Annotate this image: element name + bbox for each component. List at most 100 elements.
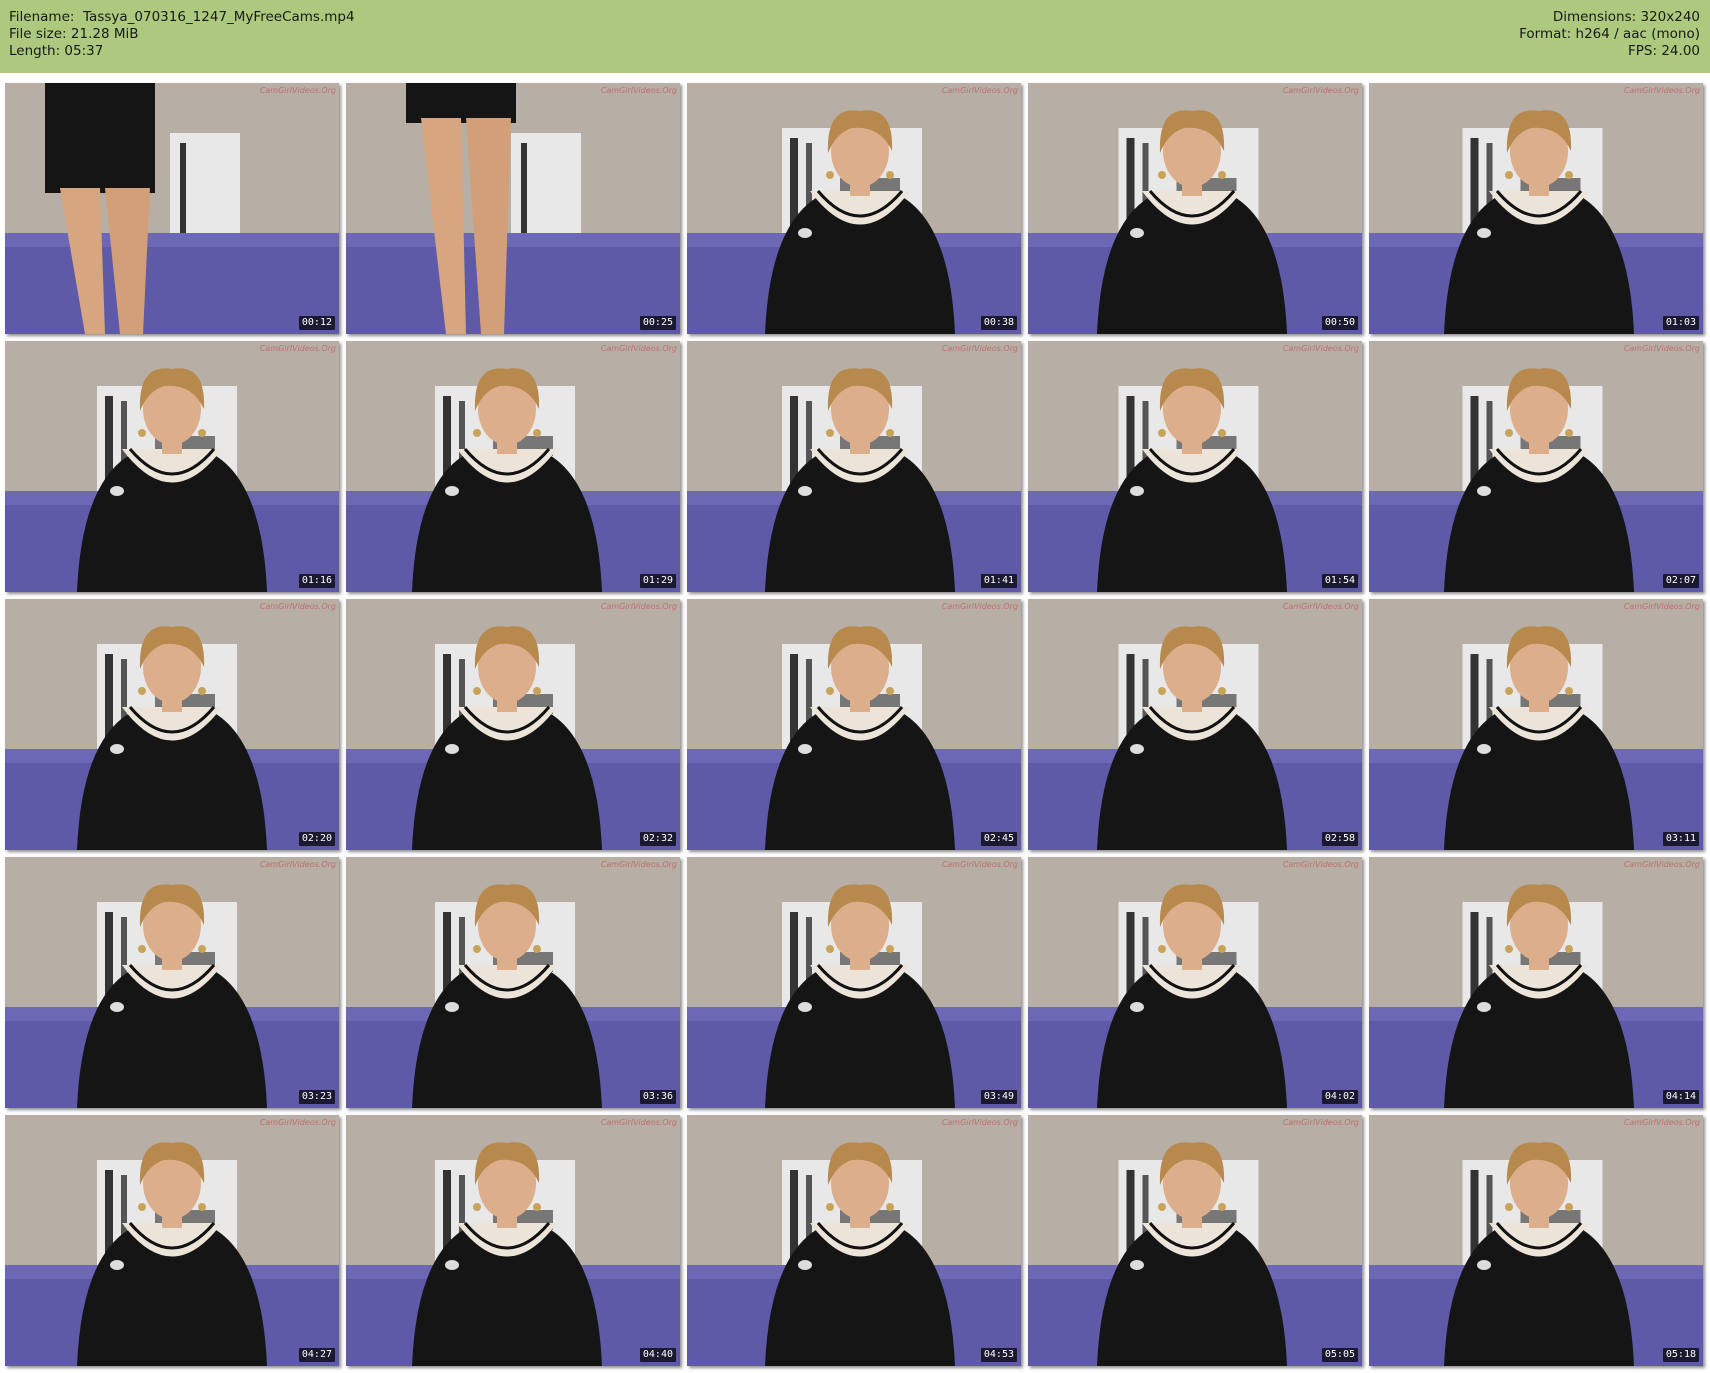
frame-image-person (1369, 83, 1703, 334)
video-frame-thumbnail: CamGirlVideos.Org 01:16 (5, 341, 339, 592)
frame-timestamp: 01:29 (639, 574, 676, 588)
video-frame-thumbnail: CamGirlVideos.Org 00:50 (1028, 83, 1362, 334)
watermark-text: CamGirlVideos.Org (1282, 860, 1359, 869)
frame-timestamp: 04:27 (298, 1348, 335, 1362)
watermark-text: CamGirlVideos.Org (1623, 602, 1700, 611)
video-frame-thumbnail: CamGirlVideos.Org 01:54 (1028, 341, 1362, 592)
video-frame-thumbnail: CamGirlVideos.Org 00:25 (346, 83, 680, 334)
frame-image-person (346, 1115, 680, 1366)
video-frame-thumbnail: CamGirlVideos.Org 04:02 (1028, 857, 1362, 1108)
watermark-text: CamGirlVideos.Org (259, 344, 336, 353)
frame-image-person (1369, 1115, 1703, 1366)
frame-image-person (687, 599, 1021, 850)
video-frame-thumbnail: CamGirlVideos.Org 04:14 (1369, 857, 1703, 1108)
frame-image-person (1028, 599, 1362, 850)
watermark-text: CamGirlVideos.Org (600, 860, 677, 869)
frame-timestamp: 01:54 (1321, 574, 1358, 588)
video-frame-thumbnail: CamGirlVideos.Org 02:45 (687, 599, 1021, 850)
watermark-text: CamGirlVideos.Org (941, 1118, 1018, 1127)
video-frame-thumbnail: CamGirlVideos.Org 03:49 (687, 857, 1021, 1108)
watermark-text: CamGirlVideos.Org (941, 86, 1018, 95)
frame-timestamp: 01:41 (980, 574, 1017, 588)
frame-timestamp: 03:49 (980, 1090, 1017, 1104)
thumbnail-grid: CamGirlVideos.Org 00:12 CamGirlVideos.Org… (0, 0, 1710, 1373)
frame-image-legs (5, 83, 339, 334)
frame-timestamp: 02:45 (980, 832, 1017, 846)
frame-image-person (1369, 599, 1703, 850)
frame-timestamp: 03:11 (1662, 832, 1699, 846)
frame-image-person (1369, 341, 1703, 592)
frame-timestamp: 00:25 (639, 316, 676, 330)
watermark-text: CamGirlVideos.Org (600, 1118, 677, 1127)
frame-timestamp: 04:14 (1662, 1090, 1699, 1104)
watermark-text: CamGirlVideos.Org (600, 602, 677, 611)
video-frame-thumbnail: CamGirlVideos.Org 03:11 (1369, 599, 1703, 850)
frame-image-person (687, 83, 1021, 334)
frame-image-person (5, 857, 339, 1108)
frame-timestamp: 05:05 (1321, 1348, 1358, 1362)
frame-image-person (687, 341, 1021, 592)
video-frame-thumbnail: CamGirlVideos.Org 01:29 (346, 341, 680, 592)
frame-timestamp: 03:36 (639, 1090, 676, 1104)
watermark-text: CamGirlVideos.Org (600, 344, 677, 353)
watermark-text: CamGirlVideos.Org (259, 860, 336, 869)
video-frame-thumbnail: CamGirlVideos.Org 02:20 (5, 599, 339, 850)
frame-image-legs (346, 83, 680, 334)
frame-timestamp: 00:50 (1321, 316, 1358, 330)
frame-timestamp: 04:53 (980, 1348, 1017, 1362)
watermark-text: CamGirlVideos.Org (941, 602, 1018, 611)
watermark-text: CamGirlVideos.Org (941, 344, 1018, 353)
watermark-text: CamGirlVideos.Org (1623, 860, 1700, 869)
frame-timestamp: 05:18 (1662, 1348, 1699, 1362)
frame-image-person (5, 599, 339, 850)
frame-timestamp: 04:40 (639, 1348, 676, 1362)
video-frame-thumbnail: CamGirlVideos.Org 05:18 (1369, 1115, 1703, 1366)
video-frame-thumbnail: CamGirlVideos.Org 00:38 (687, 83, 1021, 334)
video-frame-thumbnail: CamGirlVideos.Org 00:12 (5, 83, 339, 334)
watermark-text: CamGirlVideos.Org (1282, 344, 1359, 353)
watermark-text: CamGirlVideos.Org (1282, 602, 1359, 611)
watermark-text: CamGirlVideos.Org (1282, 1118, 1359, 1127)
frame-timestamp: 01:03 (1662, 316, 1699, 330)
frame-image-person (1028, 341, 1362, 592)
watermark-text: CamGirlVideos.Org (1623, 344, 1700, 353)
frame-timestamp: 00:12 (298, 316, 335, 330)
frame-timestamp: 02:32 (639, 832, 676, 846)
video-frame-thumbnail: CamGirlVideos.Org 01:03 (1369, 83, 1703, 334)
watermark-text: CamGirlVideos.Org (259, 86, 336, 95)
frame-image-person (1028, 857, 1362, 1108)
watermark-text: CamGirlVideos.Org (259, 1118, 336, 1127)
frame-timestamp: 02:20 (298, 832, 335, 846)
frame-timestamp: 04:02 (1321, 1090, 1358, 1104)
frame-image-person (346, 599, 680, 850)
frame-image-person (5, 1115, 339, 1366)
frame-timestamp: 02:07 (1662, 574, 1699, 588)
frame-image-person (1369, 857, 1703, 1108)
watermark-text: CamGirlVideos.Org (941, 860, 1018, 869)
video-frame-thumbnail: CamGirlVideos.Org 01:41 (687, 341, 1021, 592)
video-frame-thumbnail: CamGirlVideos.Org 02:07 (1369, 341, 1703, 592)
frame-image-person (1028, 1115, 1362, 1366)
watermark-text: CamGirlVideos.Org (1623, 86, 1700, 95)
frame-timestamp: 01:16 (298, 574, 335, 588)
frame-timestamp: 02:58 (1321, 832, 1358, 846)
frame-timestamp: 03:23 (298, 1090, 335, 1104)
frame-image-person (1028, 83, 1362, 334)
frame-timestamp: 00:38 (980, 316, 1017, 330)
frame-image-person (346, 857, 680, 1108)
frame-image-person (687, 857, 1021, 1108)
video-frame-thumbnail: CamGirlVideos.Org 03:23 (5, 857, 339, 1108)
frame-image-person (346, 341, 680, 592)
frame-image-person (5, 341, 339, 592)
frame-image-person (687, 1115, 1021, 1366)
video-frame-thumbnail: CamGirlVideos.Org 02:32 (346, 599, 680, 850)
watermark-text: CamGirlVideos.Org (1282, 86, 1359, 95)
video-frame-thumbnail: CamGirlVideos.Org 03:36 (346, 857, 680, 1108)
video-frame-thumbnail: CamGirlVideos.Org 05:05 (1028, 1115, 1362, 1366)
video-frame-thumbnail: CamGirlVideos.Org 02:58 (1028, 599, 1362, 850)
video-frame-thumbnail: CamGirlVideos.Org 04:27 (5, 1115, 339, 1366)
video-frame-thumbnail: CamGirlVideos.Org 04:40 (346, 1115, 680, 1366)
watermark-text: CamGirlVideos.Org (259, 602, 336, 611)
watermark-text: CamGirlVideos.Org (600, 86, 677, 95)
watermark-text: CamGirlVideos.Org (1623, 1118, 1700, 1127)
